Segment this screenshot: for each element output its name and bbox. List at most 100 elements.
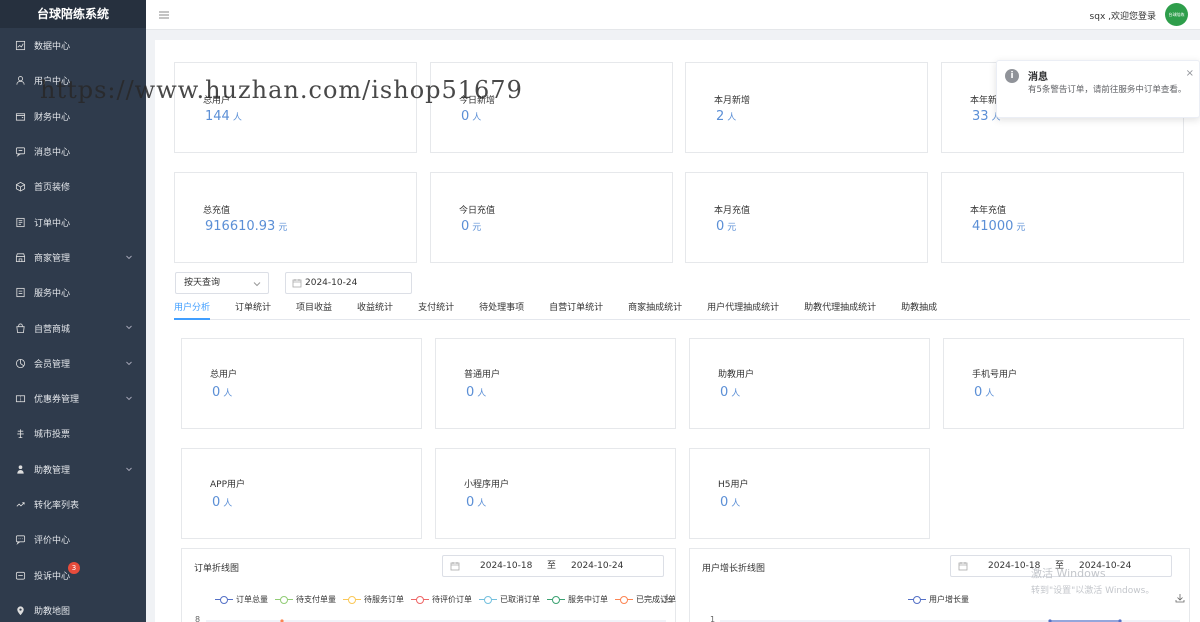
- avatar[interactable]: 台球陪练: [1165, 3, 1188, 26]
- stat-label: 手机号用户: [972, 370, 1018, 380]
- download-icon[interactable]: [662, 593, 672, 603]
- stat-unit: 人: [985, 389, 995, 399]
- box-icon: [14, 181, 26, 193]
- order-range-sep: 至: [547, 561, 557, 571]
- sidebar-item-4[interactable]: 首页装修: [0, 169, 146, 204]
- sidebar-item-6[interactable]: 商家管理: [0, 240, 146, 275]
- sidebar-item-7[interactable]: 服务中心: [0, 275, 146, 310]
- stat-label: 总充值: [203, 206, 231, 216]
- sidebar-item-label: 财务中心: [34, 112, 71, 123]
- app-title: 台球陪练系统: [0, 0, 146, 28]
- legend-item[interactable]: 待服务订单: [343, 594, 404, 605]
- tab-1[interactable]: 订单统计: [235, 300, 271, 320]
- stat-number: 41000: [972, 219, 1014, 234]
- sidebar-item-16[interactable]: 助教地图: [0, 593, 146, 622]
- tab-0[interactable]: 用户分析: [174, 300, 211, 320]
- menu-toggle-icon[interactable]: [158, 9, 170, 21]
- sidebar-item-15[interactable]: 投诉中心 3: [0, 557, 146, 592]
- legend-item[interactable]: 待支付单量: [275, 594, 336, 605]
- stat-label: 本年充值: [970, 206, 1007, 216]
- stat-value: 0人: [974, 385, 994, 400]
- sidebar-item-12[interactable]: 助教管理: [0, 452, 146, 487]
- stat-number: 33: [972, 109, 989, 124]
- close-icon[interactable]: ×: [1186, 68, 1194, 79]
- sidebar-item-label: 自营商城: [34, 324, 71, 335]
- date-value: 2024-10-24: [305, 278, 358, 288]
- download-icon[interactable]: [1175, 593, 1185, 603]
- stat-card: 手机号用户 0 人: [943, 338, 1184, 429]
- notification-badge: 3: [68, 562, 80, 575]
- stat-value: 0人: [466, 495, 486, 510]
- sidebar-item-label: 商家管理: [34, 253, 71, 264]
- stat-number: 0: [720, 495, 729, 510]
- sidebar-item-label: 优惠券管理: [34, 395, 80, 406]
- tab-2[interactable]: 项目收益: [296, 300, 332, 320]
- legend-label: 待评价订单: [432, 595, 472, 604]
- sidebar-item-10[interactable]: 优惠券管理: [0, 381, 146, 416]
- stat-number: 0: [716, 219, 725, 234]
- main-content: 总用户 144 人今日新增 0 人本月新增 2 人本年新增 33 人 总充值 916610.93 元…: [155, 40, 1200, 622]
- legend-item[interactable]: 服务中订单: [547, 594, 608, 605]
- legend-item[interactable]: 订单总量: [215, 594, 268, 605]
- stat-card: 今日充值 0 元: [430, 172, 673, 263]
- sidebar-item-8[interactable]: 自营商城: [0, 310, 146, 345]
- tab-5[interactable]: 待处理事项: [479, 300, 524, 320]
- legend-item[interactable]: 用户增长量: [908, 594, 969, 605]
- stat-card: 总充值 916610.93 元: [174, 172, 417, 263]
- stat-card: 本月新增 2 人: [685, 62, 928, 153]
- sidebar-item-3[interactable]: 消息中心: [0, 134, 146, 169]
- calendar-icon: [450, 562, 460, 571]
- sidebar-item-14[interactable]: 评价中心: [0, 522, 146, 557]
- order-chart-legend: 订单总量 待支付单量 待服务订单 待评价订单 已取消订单 服务中订单 已完成订单: [215, 594, 683, 605]
- vote-icon: [14, 428, 26, 440]
- tab-4[interactable]: 支付统计: [418, 300, 454, 320]
- tab-10[interactable]: 助教抽成: [901, 300, 937, 320]
- stat-unit: 人: [731, 389, 741, 399]
- stats-tabs: 用户分析 订单统计 项目收益 收益统计 支付统计 待处理事项 自营订单统计 商家抽成统计 用户代…: [174, 300, 1190, 320]
- stat-unit: 人: [472, 113, 482, 123]
- order-range-end: 2024-10-24: [571, 561, 624, 571]
- stat-label: H5用户: [718, 480, 749, 490]
- notification-popup[interactable]: i 消息 有5条警告订单，请前往服务中订单查看。 ×: [996, 60, 1200, 118]
- sidebar-item-13[interactable]: 转化率列表: [0, 487, 146, 522]
- user-y-tick: 1: [710, 615, 716, 622]
- tab-8[interactable]: 用户代理抽成统计: [707, 300, 779, 320]
- windows-activation-watermark: 激活 Windows 转到"设置"以激活 Windows。: [1031, 565, 1154, 596]
- stat-value: 0元: [461, 219, 481, 234]
- stat-unit: 元: [278, 223, 288, 233]
- query-mode-select[interactable]: 按天查询: [175, 272, 269, 294]
- sidebar-item-label: 投诉中心: [34, 571, 71, 582]
- stat-value: 0人: [212, 495, 232, 510]
- legend-label: 待支付单量: [296, 595, 336, 604]
- stat-unit: 元: [1016, 223, 1026, 233]
- comment-icon: [14, 534, 26, 546]
- stat-unit: 人: [223, 499, 233, 509]
- map-pin-icon: [14, 604, 26, 616]
- sidebar-item-0[interactable]: 数据中心: [0, 28, 146, 63]
- info-icon: i: [1005, 69, 1019, 83]
- order-date-range[interactable]: 2024-10-18 至 2024-10-24: [442, 555, 664, 577]
- sidebar-item-label: 订单中心: [34, 218, 71, 229]
- legend-item[interactable]: 待评价订单: [411, 594, 472, 605]
- legend-item[interactable]: 已取消订单: [479, 594, 540, 605]
- tab-7[interactable]: 商家抽成统计: [628, 300, 682, 320]
- stat-label: 本月充值: [714, 206, 751, 216]
- sidebar-item-label: 助教地图: [34, 606, 71, 617]
- stat-card: 助教用户 0 人: [689, 338, 930, 429]
- order-range-start: 2024-10-18: [480, 561, 533, 571]
- tab-9[interactable]: 助教代理抽成统计: [804, 300, 876, 320]
- sidebar-item-9[interactable]: 会员管理: [0, 346, 146, 381]
- tab-3[interactable]: 收益统计: [357, 300, 393, 320]
- legend-marker-icon: [343, 595, 361, 604]
- activation-line1: 激活 Windows: [1031, 567, 1106, 580]
- stat-value: 0人: [720, 385, 740, 400]
- chevron-down-icon: [126, 255, 132, 259]
- sidebar-item-11[interactable]: 城市投票: [0, 416, 146, 451]
- calendar-icon: [958, 562, 968, 571]
- legend-marker-icon: [908, 595, 926, 604]
- stat-label: 今日充值: [459, 206, 496, 216]
- sidebar-item-5[interactable]: 订单中心: [0, 204, 146, 239]
- tab-6[interactable]: 自营订单统计: [549, 300, 603, 320]
- date-picker[interactable]: 2024-10-24: [285, 272, 412, 294]
- coach-icon: [14, 463, 26, 475]
